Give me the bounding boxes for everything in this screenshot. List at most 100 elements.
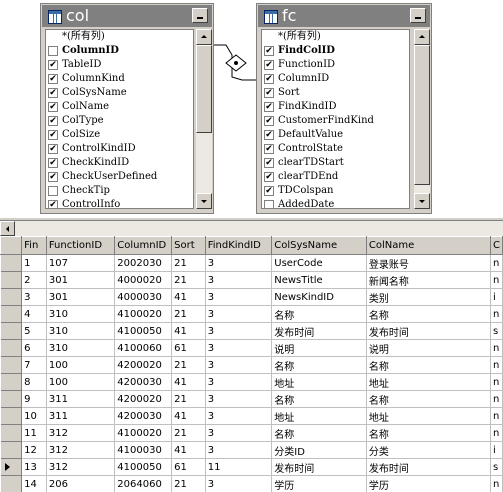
- grid-cell[interactable]: 3: [205, 356, 273, 374]
- grid-cell[interactable]: 4100050: [114, 322, 173, 340]
- grid-cell[interactable]: UserCode: [271, 254, 367, 272]
- grid-cell[interactable]: 206: [46, 475, 116, 492]
- table-row[interactable]: 11 312 4100020 21 3 名称 名称 n: [0, 424, 503, 442]
- grid-cell[interactable]: 11: [21, 424, 47, 442]
- grid-cell[interactable]: 8: [21, 373, 47, 391]
- field-row[interactable]: ✔ clearTDEnd: [262, 170, 409, 184]
- grid-cell[interactable]: n: [490, 424, 503, 442]
- grid-cell[interactable]: 107: [46, 254, 116, 272]
- grid-cell[interactable]: n: [490, 475, 503, 492]
- grid-cell[interactable]: 发布时间: [271, 322, 367, 340]
- grid-cell[interactable]: 21: [171, 305, 206, 323]
- field-row[interactable]: *(所有列): [46, 30, 193, 44]
- row-selector[interactable]: [0, 271, 23, 289]
- column-header[interactable]: ColName: [365, 236, 491, 255]
- field-checkbox[interactable]: ✔: [264, 74, 274, 84]
- field-row[interactable]: CheckTip: [46, 184, 193, 198]
- grid-cell[interactable]: 41: [171, 322, 206, 340]
- field-checkbox[interactable]: ✔: [264, 130, 274, 140]
- field-checkbox[interactable]: ✔: [264, 172, 274, 182]
- field-checkbox[interactable]: ✔: [264, 88, 274, 98]
- vertical-scrollbar[interactable]: [196, 29, 212, 209]
- grid-cell[interactable]: 311: [46, 407, 116, 425]
- grid-cell[interactable]: 5: [21, 322, 47, 340]
- grid-cell[interactable]: 100: [46, 373, 116, 391]
- grid-cell[interactable]: 3: [205, 288, 273, 306]
- grid-cell[interactable]: i: [490, 441, 503, 459]
- grid-cell[interactable]: 3: [205, 373, 273, 391]
- grid-cell[interactable]: 说明: [366, 339, 491, 357]
- column-header[interactable]: C: [489, 236, 503, 255]
- grid-cell[interactable]: 3: [205, 305, 273, 323]
- grid-cell[interactable]: 3: [205, 322, 273, 340]
- row-selector[interactable]: [0, 254, 23, 272]
- field-checkbox[interactable]: ✔: [48, 88, 58, 98]
- grid-cell[interactable]: 21: [171, 424, 206, 442]
- grid-cell[interactable]: 发布时间: [366, 458, 491, 476]
- grid-cell[interactable]: 4100060: [114, 339, 173, 357]
- table-row[interactable]: 12 312 4100030 41 3 分类ID 分类 i: [0, 441, 503, 459]
- field-row[interactable]: ✔ ColType: [46, 114, 193, 128]
- field-checkbox[interactable]: [48, 32, 58, 42]
- grid-cell[interactable]: 6: [21, 339, 47, 357]
- grid-cell[interactable]: 10: [21, 407, 47, 425]
- row-selector[interactable]: [0, 475, 23, 492]
- table-row[interactable]: 6 310 4100060 61 3 说明 说明 n: [0, 339, 503, 357]
- table-row[interactable]: 7 100 4200020 21 3 名称 名称 n: [0, 356, 503, 374]
- grid-cell[interactable]: 3: [21, 288, 47, 306]
- grid-cell[interactable]: 3: [205, 339, 273, 357]
- grid-cell[interactable]: 1: [21, 254, 47, 272]
- grid-cell[interactable]: 4200020: [114, 390, 173, 408]
- grid-cell[interactable]: 310: [46, 339, 116, 357]
- grid-cell[interactable]: 4200030: [114, 407, 173, 425]
- column-header[interactable]: ColSysName: [271, 236, 367, 255]
- vertical-scrollbar[interactable]: [414, 29, 430, 209]
- field-checkbox[interactable]: ✔: [48, 74, 58, 84]
- scroll-thumb[interactable]: [196, 45, 212, 133]
- scroll-down-button[interactable]: [196, 193, 212, 209]
- row-selector[interactable]: [0, 441, 23, 459]
- field-checkbox[interactable]: ✔: [264, 102, 274, 112]
- field-checkbox[interactable]: ✔: [48, 158, 58, 168]
- grid-cell[interactable]: 41: [171, 288, 206, 306]
- table-box-fc[interactable]: fc *(所有列) ✔ FindColID ✔ FunctionID ✔ ColumnID ✔…: [256, 3, 432, 214]
- grid-cell[interactable]: 4100050: [114, 458, 173, 476]
- field-checkbox[interactable]: ✔: [264, 116, 274, 126]
- scroll-up-button[interactable]: [196, 29, 212, 45]
- field-row[interactable]: AddedDate: [262, 198, 409, 208]
- field-checkbox[interactable]: [264, 32, 274, 42]
- grid-cell[interactable]: 301: [46, 288, 116, 306]
- row-selector[interactable]: [0, 339, 23, 357]
- grid-cell[interactable]: 发布时间: [366, 322, 491, 340]
- field-checkbox[interactable]: ✔: [48, 102, 58, 112]
- grid-cell[interactable]: 13: [21, 458, 47, 476]
- scroll-down-button[interactable]: [414, 193, 430, 209]
- row-selector[interactable]: [0, 390, 23, 408]
- column-header[interactable]: Sort: [171, 236, 206, 255]
- grid-cell[interactable]: 新闻名称: [366, 271, 491, 289]
- grid-cell[interactable]: 4200020: [114, 356, 173, 374]
- table-row[interactable]: 3 301 4000030 41 3 NewsKindID 类别 i: [0, 288, 503, 306]
- grid-cell[interactable]: 名称: [366, 424, 491, 442]
- table-row[interactable]: 14 206 2064060 21 3 学历 学历 n: [0, 475, 503, 492]
- grid-cell[interactable]: 41: [171, 441, 206, 459]
- grid-cell[interactable]: n: [490, 390, 503, 408]
- column-header[interactable]: FunctionID: [45, 236, 116, 255]
- field-row[interactable]: *(所有列): [262, 30, 409, 44]
- grid-cell[interactable]: 地址: [366, 407, 491, 425]
- grid-cell[interactable]: s: [490, 458, 503, 476]
- grid-cell[interactable]: 学历: [271, 475, 367, 492]
- scroll-up-button[interactable]: [414, 29, 430, 45]
- field-row[interactable]: ✔ CheckUserDefined: [46, 170, 193, 184]
- grid-cell[interactable]: 301: [46, 271, 116, 289]
- grid-cell[interactable]: 21: [171, 271, 206, 289]
- row-selector[interactable]: [0, 356, 23, 374]
- grid-cell[interactable]: 312: [46, 458, 116, 476]
- field-checkbox[interactable]: ✔: [48, 172, 58, 182]
- field-checkbox[interactable]: [48, 46, 58, 56]
- grid-cell[interactable]: 3: [205, 254, 273, 272]
- grid-cell[interactable]: 地址: [271, 407, 367, 425]
- grid-cell[interactable]: 地址: [366, 373, 491, 391]
- row-selector[interactable]: [0, 322, 23, 340]
- table-title-bar[interactable]: col: [42, 5, 212, 27]
